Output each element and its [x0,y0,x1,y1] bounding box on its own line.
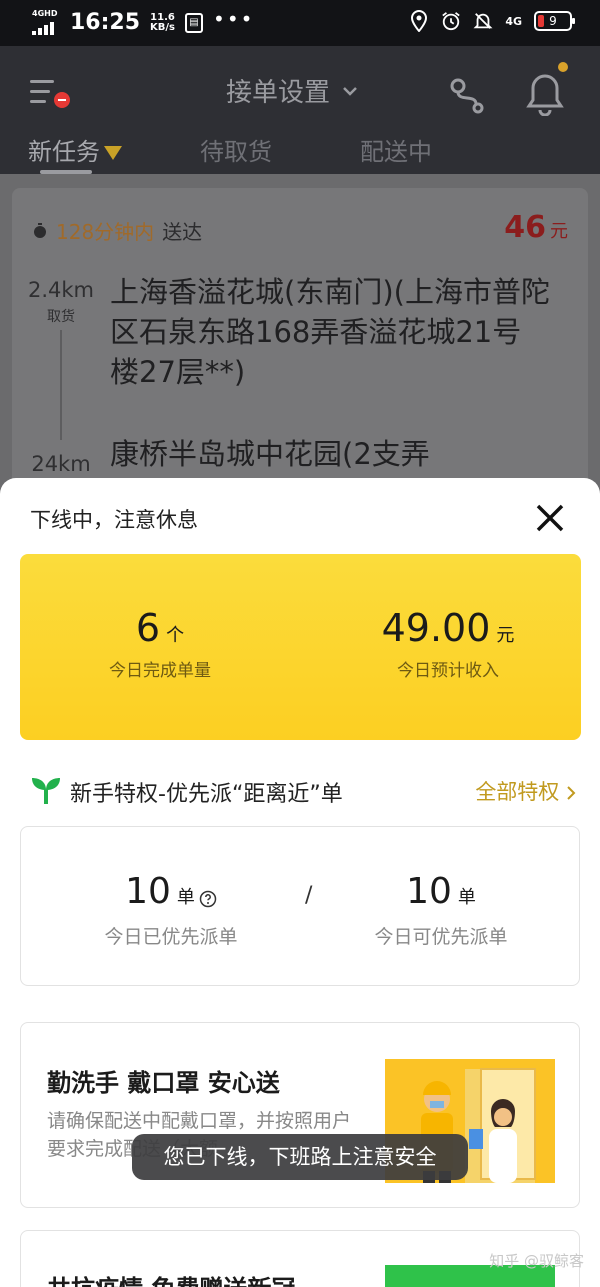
dispatched-today-stat: 10 单 今日已优先派单 [51,871,291,949]
orders-completed-unit: 个 [166,625,185,646]
privilege-title: 新手特权-优先派“距离近”单 [70,782,343,807]
tab-pending-pickup[interactable]: 待取货 [200,132,272,167]
estimated-income-unit: 元 [496,625,515,646]
pickup-address: 上海香溢花城(东南门)(上海市普陀区石泉东路168弄香溢花城21号楼27层**) [110,275,550,389]
order-settings-dropdown[interactable]: 接单设置 [226,72,358,109]
task-tabs: 新任务 待取货 配送中 [0,130,600,174]
task-price: 46 元 [504,210,568,245]
all-privileges-label: 全部特权 [475,780,560,804]
estimated-income-value: 49.00 [381,606,491,650]
dispatched-today-label: 今日已优先派单 [104,926,238,948]
tab-delivering[interactable]: 配送中 [360,132,432,167]
delivery-address: 康桥半岛城中花园(2支弄 [110,437,430,471]
pickup-distance: 2.4km [27,278,94,302]
route-icon[interactable] [448,76,488,116]
priority-dispatch-card: 10 单 今日已优先派单 / 10 单 今日可优先派单 [20,826,580,986]
tab-new-tasks[interactable]: 新任务 [28,132,122,167]
route-connector [60,330,62,440]
estimated-income-label: 今日预计收入 [397,661,499,681]
notice2-title: 共抗疫情 免费赠送新冠 [47,1269,295,1287]
menu-button[interactable] [30,76,74,116]
task-card[interactable]: 128分钟内 送达 46 元 2.4km 取货 上海香溢花城(东南门)(上海市普陀… [12,188,588,508]
orders-completed-value: 6 [135,606,161,650]
orders-completed-label: 今日完成单量 [109,661,211,681]
sprout-icon [32,778,60,804]
offline-toast: 您已下线，下班路上注意安全 [132,1134,468,1180]
all-privileges-link[interactable]: 全部特权 [475,776,576,806]
more-notifications-icon: ••• [213,6,255,31]
daily-summary-card: 6个 今日完成单量 49.00 元 今日预计收入 [20,554,581,740]
network-speed-value: 11.6 [150,11,175,23]
network-4g-label: 4G [505,14,522,28]
stopwatch-icon [34,222,46,238]
filter-icon[interactable] [104,146,122,160]
page-title: 接单设置 [226,78,331,108]
pickup-label: 取货 [47,309,75,325]
delivery-time-suffix: 送达 [162,220,203,244]
battery-icon: 9 [534,11,575,31]
help-icon[interactable] [199,890,217,908]
signal-icon: 4GHD [32,8,60,35]
stat-separator: / [305,883,313,908]
available-dispatch-stat: 10 单 今日可优先派单 [321,871,561,949]
status-bar: 4GHD 16:25 11.6 KB/s ▤ ••• 4G 9 [0,0,600,46]
mute-bell-icon [473,13,493,29]
notice-title: 勤洗手 戴口罩 安心送 [47,1069,280,1097]
dispatched-today-unit: 单 [176,887,195,908]
sheet-title: 下线中，注意休息 [30,508,198,532]
dispatched-today-value: 10 [125,871,171,912]
available-dispatch-value: 10 [406,871,452,912]
notification-dot [558,62,568,72]
delivery-time: 128分钟内 送达 [32,216,202,245]
alarm-icon [442,12,461,31]
delivery-time-value: 128分钟内 [56,220,155,244]
network-type-label: 4GHD [32,8,58,18]
privilege-row: 新手特权-优先派“距离近”单 全部特权 [30,774,580,810]
offline-badge-icon [52,90,72,110]
tab-new-tasks-label: 新任务 [28,138,100,166]
network-speed: 11.6 KB/s [150,11,176,33]
task-price-unit: 元 [550,221,568,242]
delivery-distance: 24km [31,452,91,476]
estimated-income-stat: 49.00 元 今日预计收入 [308,606,588,681]
chevron-down-icon [343,86,357,96]
available-dispatch-label: 今日可优先派单 [374,926,508,948]
close-icon[interactable] [530,498,570,538]
notification-bell-icon[interactable] [525,72,565,116]
chevron-right-icon [567,786,576,800]
orders-completed-stat: 6个 今日完成单量 [20,606,300,681]
network-speed-unit: KB/s [150,21,176,33]
status-time: 16:25 [70,10,141,35]
available-dispatch-unit: 单 [457,887,476,908]
task-price-value: 46 [504,210,546,245]
location-icon [411,10,428,32]
safety-notice-card[interactable]: 勤洗手 戴口罩 安心送 请确保配送中配戴口罩，并按照用户要求完成配送（大额 [20,1022,580,1208]
watermark: 知乎 @驭鲸客 [489,1252,584,1270]
task-list-overlay: 128分钟内 送达 46 元 2.4km 取货 上海香溢花城(东南门)(上海市普陀… [0,174,600,508]
app-header: 接单设置 新任务 待取货 配送中 [0,46,600,174]
sim-notification-icon: ▤ [185,12,204,33]
